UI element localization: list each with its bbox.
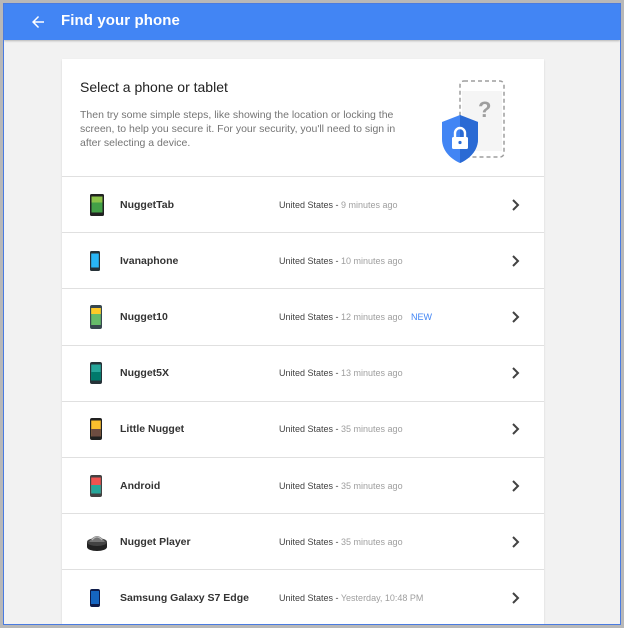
phone-icon — [90, 304, 102, 329]
device-row[interactable]: Ivanaphone United States - 10 minutes ag… — [62, 232, 544, 288]
device-location: United States — [279, 311, 334, 322]
chevron-right-icon[interactable] — [511, 479, 521, 492]
device-last-seen: 35 minutes ago — [341, 480, 403, 491]
phone-lock-shield-icon: ? — [442, 80, 505, 163]
device-last-seen: Yesterday, 10:48 PM — [340, 592, 424, 603]
device-status: United States - 12 minutes ago — [279, 311, 403, 322]
device-row[interactable]: Little Nugget United States - 35 minutes… — [62, 400, 544, 457]
app-frame: Find your phone Select a phone or tablet… — [3, 3, 621, 625]
tablet-icon — [90, 193, 104, 216]
device-name: NuggetTab — [120, 198, 175, 211]
chevron-right-icon[interactable] — [511, 423, 521, 436]
device-location: United States — [279, 424, 334, 435]
page-title: Find your phone — [61, 12, 180, 29]
new-badge: NEW — [411, 311, 432, 322]
device-last-seen: 12 minutes ago — [341, 311, 403, 322]
device-last-seen: 35 minutes ago — [341, 536, 403, 547]
device-row[interactable]: Android United States - 35 minutes ago — [62, 456, 544, 513]
chevron-right-icon[interactable] — [511, 311, 521, 323]
device-location: United States — [279, 480, 334, 491]
phone-icon — [90, 362, 102, 385]
chevron-right-icon[interactable] — [511, 198, 521, 211]
top-bar: Find your phone — [4, 4, 620, 40]
arrow-back-icon[interactable] — [29, 13, 47, 31]
device-list: NuggetTab United States - 9 minutes ago … — [62, 176, 544, 624]
device-last-seen: 13 minutes ago — [341, 368, 403, 379]
device-name: Nugget10 — [120, 310, 168, 323]
device-name: Nugget5X — [120, 367, 170, 380]
device-name: Nugget Player — [120, 535, 191, 548]
device-location: United States — [279, 536, 334, 547]
device-last-seen: 35 minutes ago — [341, 424, 403, 435]
device-row[interactable]: NuggetTab United States - 9 minutes ago — [62, 176, 544, 232]
device-location: United States — [279, 255, 334, 266]
card-title: Select a phone or tablet — [80, 79, 228, 95]
card-description: Then try some simple steps, like showing… — [80, 109, 396, 149]
phone-icon — [90, 250, 100, 271]
phone-icon — [90, 474, 102, 497]
device-name: Little Nugget — [120, 423, 185, 436]
chevron-right-icon[interactable] — [511, 367, 521, 379]
device-status: United States - 35 minutes ago — [279, 480, 403, 491]
phone-icon — [90, 418, 102, 441]
device-row[interactable]: Nugget5X United States - 13 minutes ago — [62, 344, 544, 401]
phone-icon — [90, 588, 100, 607]
chevron-right-icon[interactable] — [511, 592, 521, 604]
device-location: United States — [279, 199, 334, 210]
device-row[interactable]: Nugget Player United States - 35 minutes… — [62, 513, 544, 569]
media-player-icon — [87, 535, 107, 551]
device-status: United States - Yesterday, 10:48 PM — [279, 592, 424, 603]
device-card: Select a phone or tablet Then try some s… — [62, 59, 544, 624]
device-name: Ivanaphone — [120, 254, 179, 267]
device-last-seen: 9 minutes ago — [341, 199, 398, 210]
svg-text:?: ? — [478, 97, 491, 122]
chevron-right-icon[interactable] — [511, 255, 521, 267]
device-status: United States - 13 minutes ago — [279, 368, 403, 379]
device-status: United States - 35 minutes ago — [279, 424, 403, 435]
chevron-right-icon[interactable] — [511, 536, 521, 548]
device-status: United States - 10 minutes ago — [279, 255, 403, 266]
device-last-seen: 10 minutes ago — [341, 255, 403, 266]
device-location: United States — [279, 592, 334, 603]
device-status: United States - 35 minutes ago — [279, 536, 403, 547]
device-row[interactable]: Samsung Galaxy S7 Edge United States - Y… — [62, 569, 544, 624]
device-row[interactable]: Nugget10 United States - 12 minutes ago … — [62, 288, 544, 344]
device-location: United States — [279, 368, 334, 379]
device-name: Samsung Galaxy S7 Edge — [120, 591, 249, 604]
card-header: Select a phone or tablet Then try some s… — [62, 59, 544, 176]
device-status: United States - 9 minutes ago — [279, 199, 398, 210]
device-name: Android — [120, 479, 161, 492]
